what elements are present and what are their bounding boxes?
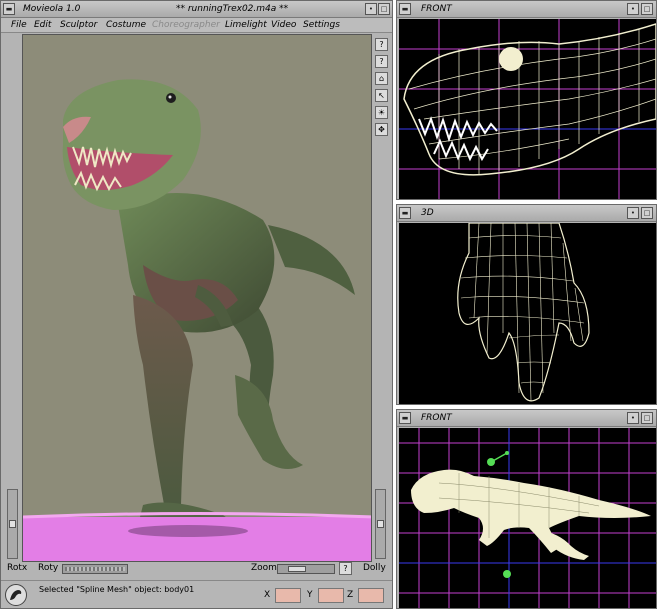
body-wireframe [399,428,656,608]
view-title: 3D [421,208,434,218]
slider-knob[interactable] [9,520,16,528]
x-coord-field[interactable] [275,588,301,603]
file-title: ** runningTrex02.m4a ** [176,4,289,14]
roty-slider[interactable] [62,564,128,574]
menu-edit[interactable]: Edit [34,20,51,30]
front-view-window: ▬ FRONT • □ [396,0,657,200]
view-title: FRONT [421,4,452,14]
foot-wireframe [457,223,590,402]
roty-label: Roty [38,563,59,573]
trex-render [23,79,371,561]
3d-view-window: ▬ 3D • □ [396,204,657,405]
view-titlebar[interactable]: ▬ 3D • □ [397,205,656,222]
view-titlebar[interactable]: ▬ FRONT • □ [397,1,656,18]
question-tool-icon[interactable]: ? [375,55,388,68]
window-menu-button[interactable]: ▬ [399,412,411,424]
minimize-button[interactable]: • [365,3,377,15]
front-body-viewport[interactable] [399,428,656,608]
menu-choreographer[interactable]: Choreographer [152,20,220,30]
front-body-view-window: ▬ FRONT • □ [396,409,657,609]
zoom-help-button[interactable]: ? [339,562,352,575]
main-titlebar[interactable]: ▬ Movieola 1.0 ** runningTrex02.m4a ** •… [1,1,392,18]
zoom-label: Zoom [251,563,277,573]
rotx-label: Rotx [7,563,28,573]
status-bar: Selected "Spline Mesh" object: body01 X … [1,580,392,608]
app-logo-icon [5,584,27,606]
minimize-button[interactable]: • [627,412,639,424]
home-tool-icon[interactable]: ⌂ [375,72,388,85]
dolly-vertical-slider[interactable] [375,489,386,559]
y-coord-label: Y [307,590,313,600]
maximize-button[interactable]: □ [641,412,653,424]
view-titlebar[interactable]: ▬ FRONT • □ [397,410,656,427]
main-window: ▬ Movieola 1.0 ** runningTrex02.m4a ** •… [0,0,393,609]
menu-settings[interactable]: Settings [303,20,340,30]
menu-bar: File Edit Sculptor Costume Choreographer… [1,18,392,33]
minimize-button[interactable]: • [627,207,639,219]
zoom-slider[interactable] [277,564,335,574]
maximize-button[interactable]: □ [641,207,653,219]
front-head-viewport[interactable] [399,19,656,199]
window-menu-button[interactable]: ▬ [399,3,411,15]
light-tool-icon[interactable]: ☀ [375,106,388,119]
slider-track-fill [65,567,125,571]
rotx-vertical-slider[interactable] [7,489,18,559]
menu-sculptor[interactable]: Sculptor [60,20,97,30]
app-title: Movieola 1.0 [23,4,81,14]
z-coord-label: Z [347,590,354,600]
x-coord-label: X [264,590,271,600]
head-wireframe [399,19,656,199]
render-viewport[interactable] [22,34,372,562]
menu-file[interactable]: File [11,20,27,30]
pointer-tool-icon[interactable]: ↖ [375,89,388,102]
dolly-label: Dolly [363,563,386,573]
maximize-button[interactable]: □ [378,3,390,15]
menu-video[interactable]: Video [271,20,296,30]
slider-knob[interactable] [377,520,384,528]
help-tool-icon[interactable]: ? [375,38,388,51]
z-coord-field[interactable] [358,588,384,603]
status-message: Selected "Spline Mesh" object: body01 [39,585,195,594]
slider-knob[interactable] [288,566,306,572]
menu-limelight[interactable]: Limelight [225,20,267,30]
window-menu-button[interactable]: ▬ [399,207,411,219]
window-menu-button[interactable]: ▬ [3,3,15,15]
maximize-button[interactable]: □ [641,3,653,15]
move-tool-icon[interactable]: ✥ [375,123,388,136]
menu-costume[interactable]: Costume [106,20,146,30]
minimize-button[interactable]: • [627,3,639,15]
3d-foot-viewport[interactable] [399,223,656,404]
y-coord-field[interactable] [318,588,344,603]
view-title: FRONT [421,413,452,423]
